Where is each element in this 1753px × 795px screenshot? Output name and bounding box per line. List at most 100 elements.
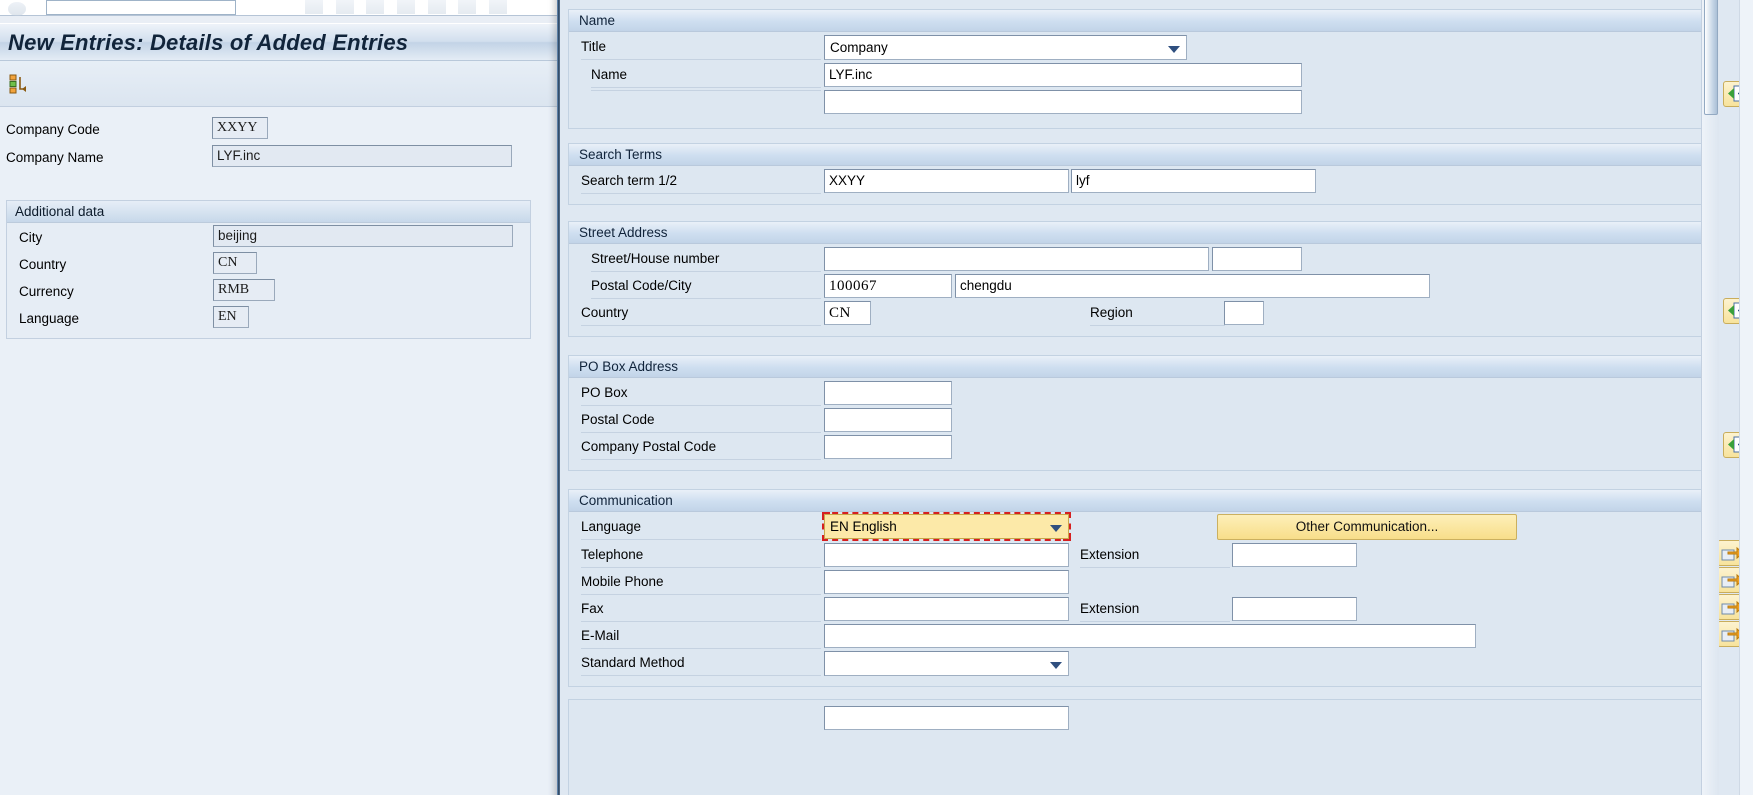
company-postal-code-label: Company Postal Code <box>581 435 821 460</box>
po-box-label: PO Box <box>581 381 821 406</box>
communication-header: Communication <box>569 490 1707 512</box>
postal-code-field[interactable]: 100067 <box>824 274 952 298</box>
country-field-dialog[interactable]: CN <box>824 301 871 325</box>
screen-root: New Entries: Details of Added Entries Co… <box>0 0 1753 795</box>
new-entries-icon[interactable] <box>8 73 30 95</box>
email-field[interactable] <box>824 624 1476 648</box>
currency-field[interactable]: RMB <box>213 279 275 301</box>
company-postal-code-field[interactable] <box>824 435 952 459</box>
language-field[interactable]: EN <box>213 306 249 328</box>
name-field-2[interactable] <box>824 90 1302 114</box>
additional-data-header: Additional data <box>7 201 530 223</box>
street-address-section: Street Address Street/House number Posta… <box>568 221 1708 337</box>
window-scrollbar[interactable] <box>1739 0 1753 795</box>
next-section-field[interactable] <box>824 706 1069 730</box>
postal-city-row: Postal Code/City 100067 chengdu <box>569 274 1707 301</box>
language-dropdown[interactable]: EN English <box>822 512 1071 541</box>
mobile-phone-label: Mobile Phone <box>581 570 821 595</box>
fax-row: Fax Extension <box>569 597 1707 624</box>
title-dropdown-value: Company <box>830 40 888 55</box>
email-row: E-Mail <box>569 624 1707 651</box>
city-field-dialog[interactable]: chengdu <box>955 274 1430 298</box>
left-detail-form: Company Code XXYY Company Name LYF.inc A… <box>0 107 556 795</box>
next-section-clipped <box>568 699 1708 795</box>
search-term-label: Search term 1/2 <box>581 169 821 194</box>
company-code-label: Company Code <box>6 122 100 137</box>
mobile-phone-field[interactable] <box>824 570 1069 594</box>
chevron-down-icon <box>1168 45 1180 53</box>
standard-method-row: Standard Method <box>569 651 1707 678</box>
command-field[interactable] <box>46 0 236 15</box>
search-term-1-field[interactable]: XXYY <box>824 169 1069 193</box>
dialog-scrollbar[interactable] <box>1701 0 1719 795</box>
standard-method-label: Standard Method <box>581 651 821 676</box>
company-name-field[interactable]: LYF.inc <box>212 145 512 167</box>
name-field-1[interactable]: LYF.inc <box>824 63 1302 87</box>
house-number-field[interactable] <box>1212 247 1302 271</box>
find-icon[interactable] <box>458 0 477 14</box>
telephone-label: Telephone <box>581 543 821 568</box>
po-postal-code-field[interactable] <box>824 408 952 432</box>
street-field[interactable] <box>824 247 1209 271</box>
region-label: Region <box>1090 301 1225 326</box>
language-label-dialog: Language <box>581 515 821 540</box>
email-label: E-Mail <box>581 624 821 649</box>
fax-extension-field[interactable] <box>1232 597 1357 621</box>
telephone-extension-field[interactable] <box>1232 543 1357 567</box>
search-term-2-field[interactable]: lyf <box>1071 169 1316 193</box>
fax-field[interactable] <box>824 597 1069 621</box>
fax-extension-label: Extension <box>1080 597 1230 622</box>
telephone-row: Telephone Extension <box>569 543 1707 570</box>
po-postal-code-label: Postal Code <box>581 408 821 433</box>
communication-section: Communication Language EN English Other … <box>568 489 1708 687</box>
region-field[interactable] <box>1224 301 1264 325</box>
search-terms-header: Search Terms <box>569 144 1707 166</box>
find-next-icon[interactable] <box>488 0 507 14</box>
back-icon[interactable] <box>335 0 354 14</box>
currency-row: Currency RMB <box>7 279 527 305</box>
country-field[interactable]: CN <box>213 252 257 274</box>
name-section-header: Name <box>569 10 1707 32</box>
name-section: Name Title Company Name LYF.inc <box>568 9 1708 129</box>
country-region-row: Country CN Region <box>569 301 1707 328</box>
po-box-field[interactable] <box>824 381 952 405</box>
name-row: Name LYF.inc <box>569 63 1707 90</box>
company-code-row: Company Code XXYY <box>0 117 520 143</box>
save-icon[interactable] <box>305 0 323 14</box>
dialog-content: Name Title Company Name LYF.inc Search T… <box>560 0 1753 795</box>
po-box-section: PO Box Address PO Box Postal Code Compan… <box>568 355 1708 471</box>
company-postal-row: Company Postal Code <box>569 435 1707 462</box>
back-nav-icon[interactable] <box>8 2 26 16</box>
po-box-header: PO Box Address <box>569 356 1707 378</box>
chevron-down-icon <box>1050 524 1062 532</box>
language-label: Language <box>19 311 80 326</box>
print-icon[interactable] <box>427 0 446 14</box>
country-label: Country <box>19 257 67 272</box>
telephone-field[interactable] <box>824 543 1069 567</box>
company-code-field[interactable]: XXYY <box>212 117 268 139</box>
other-communication-button[interactable]: Other Communication... <box>1217 514 1517 540</box>
language-row: Language EN <box>7 306 527 332</box>
city-field[interactable]: beijing <box>213 225 513 247</box>
toolbar-icon-group <box>305 0 516 15</box>
po-box-row: PO Box <box>569 381 1707 408</box>
exit-icon[interactable] <box>366 0 385 14</box>
mobile-phone-row: Mobile Phone <box>569 570 1707 597</box>
page-title: New Entries: Details of Added Entries <box>8 30 409 55</box>
title-label: Title <box>581 35 821 60</box>
name-label: Name <box>591 63 821 88</box>
country-label-dialog: Country <box>581 301 821 326</box>
street-house-row: Street/House number <box>569 247 1707 274</box>
dialog-scrollbar-thumb[interactable] <box>1704 0 1718 115</box>
name-label-2 <box>591 90 821 91</box>
standard-method-dropdown[interactable] <box>824 651 1069 676</box>
title-dropdown[interactable]: Company <box>824 35 1187 60</box>
street-house-label: Street/House number <box>591 247 821 272</box>
chevron-down-icon <box>1050 661 1062 669</box>
cancel-icon[interactable] <box>396 0 415 14</box>
telephone-extension-label: Extension <box>1080 543 1230 568</box>
company-name-row: Company Name LYF.inc <box>0 145 520 171</box>
city-row: City beijing <box>7 225 527 251</box>
search-term-row: Search term 1/2 XXYY lyf <box>569 169 1707 196</box>
title-row: Title Company <box>569 35 1707 62</box>
